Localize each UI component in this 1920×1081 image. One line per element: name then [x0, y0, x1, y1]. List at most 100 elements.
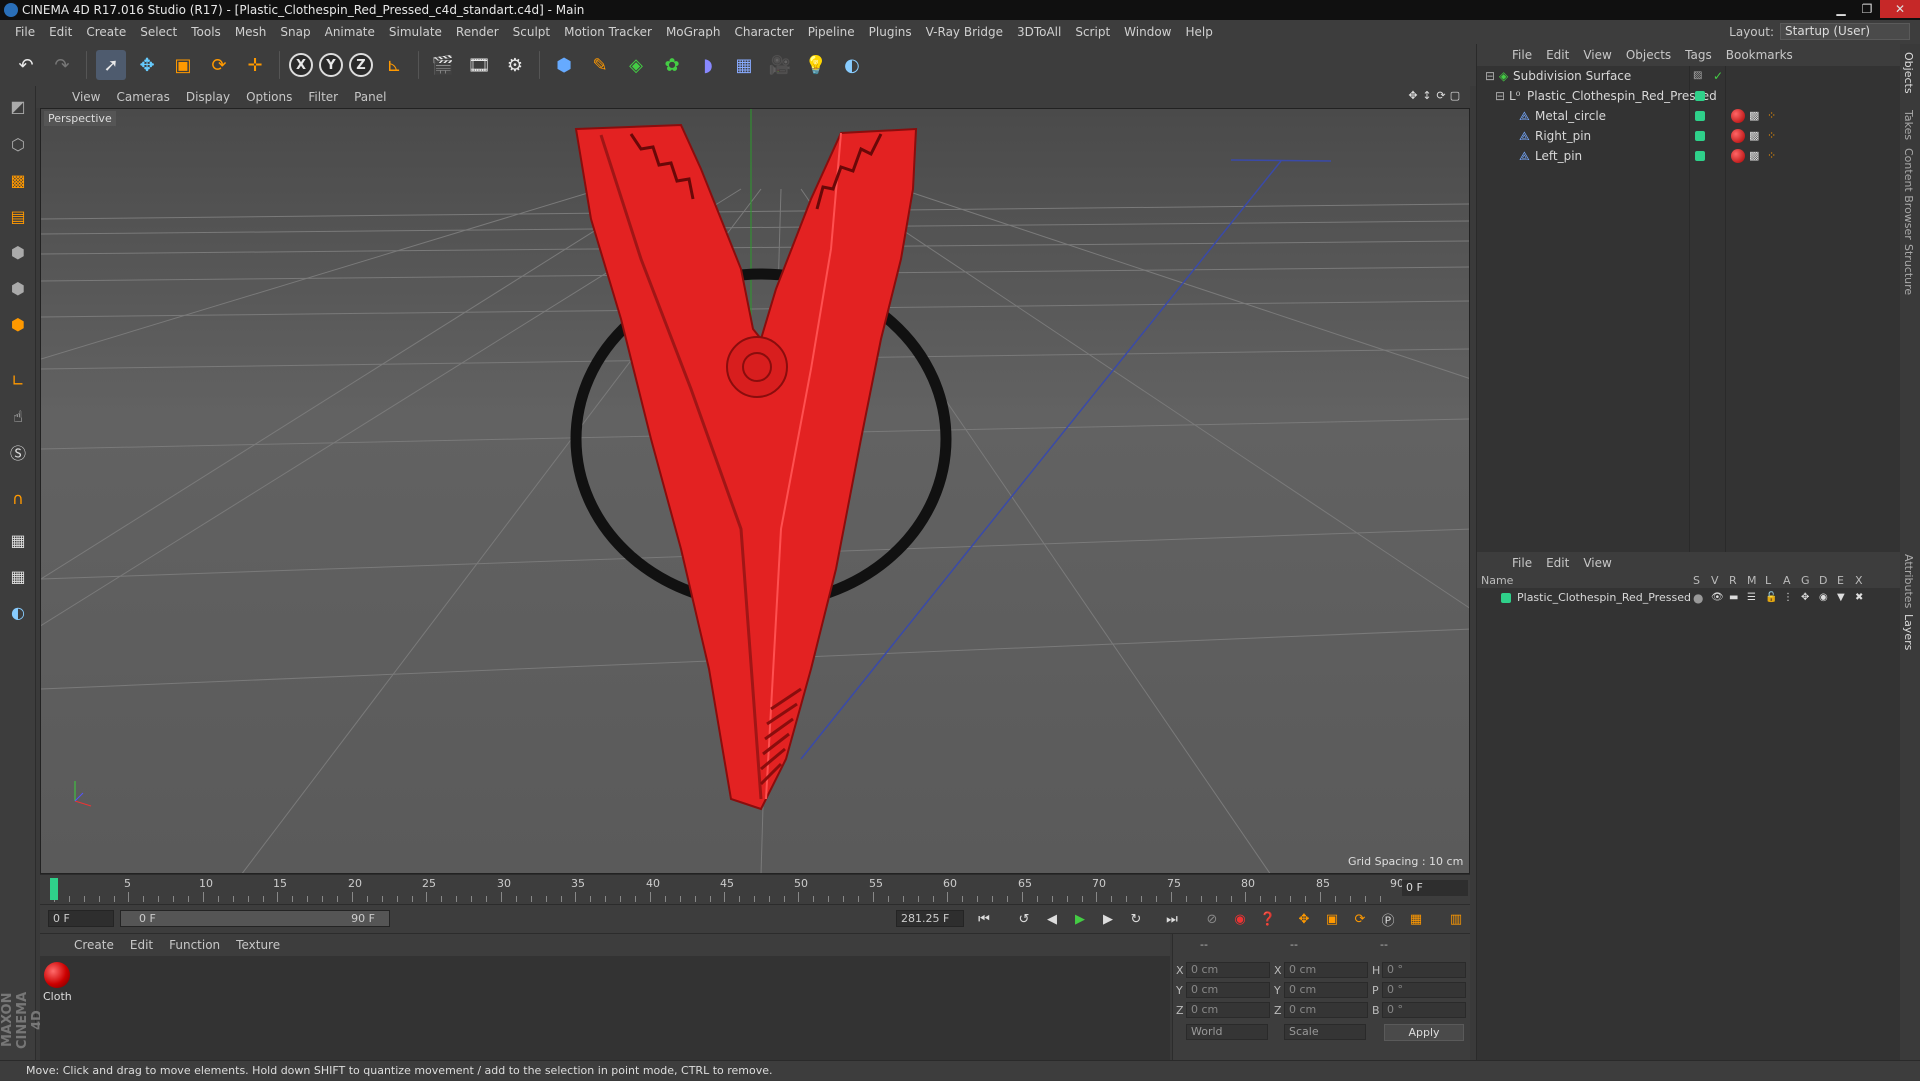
menu-tools[interactable]: Tools [184, 25, 228, 39]
python-script-icon[interactable]: ◐ [4, 598, 32, 626]
workplane-mode-icon[interactable]: ▤ [4, 202, 32, 230]
keyframe-selection-icon[interactable]: ❓ [1256, 908, 1280, 930]
layer-view-icon[interactable]: 👁 [1711, 588, 1724, 608]
rotation-b-field[interactable]: 0 ° [1382, 1002, 1466, 1018]
phong-tag-icon[interactable]: ⁘ [1767, 126, 1776, 146]
pan-view-icon[interactable]: ✥ [1406, 89, 1420, 102]
enabled-check-icon[interactable]: ✓ [1713, 66, 1723, 86]
tab-takes[interactable]: Takes [1902, 110, 1915, 140]
key-position-icon[interactable]: ✥ [1292, 908, 1316, 930]
auto-keying-icon[interactable]: ◉ [1228, 908, 1252, 930]
menu-simulate[interactable]: Simulate [382, 25, 449, 39]
material-menu-function[interactable]: Function [161, 938, 228, 952]
python-icon[interactable]: ◐ [837, 50, 867, 80]
menu-render[interactable]: Render [449, 25, 506, 39]
undo-icon[interactable]: ↶ [11, 50, 41, 80]
record-keys-icon[interactable]: ⊘ [1200, 908, 1224, 930]
menu-motion-tracker[interactable]: Motion Tracker [557, 25, 659, 39]
object-menu-edit[interactable]: Edit [1539, 48, 1576, 62]
viewport-menu-filter[interactable]: Filter [300, 90, 346, 104]
texture-tag-icon[interactable]: ▩ [1749, 146, 1759, 166]
menu-animate[interactable]: Animate [318, 25, 382, 39]
object-menu-tags[interactable]: Tags [1678, 48, 1719, 62]
key-scale-icon[interactable]: ▣ [1320, 908, 1344, 930]
edges-mode-icon[interactable]: ⬢ [4, 274, 32, 302]
collapse-icon[interactable]: ⊟ [1485, 66, 1495, 86]
menu-sculpt[interactable]: Sculpt [506, 25, 557, 39]
material-tag-icon[interactable] [1731, 129, 1745, 143]
layer-render-icon[interactable]: ▬ [1729, 588, 1738, 608]
texture-tag-icon[interactable]: ▩ [1749, 126, 1759, 146]
maximize-icon[interactable]: ❐ [1854, 0, 1880, 18]
points-mode-icon[interactable]: ⬢ [4, 238, 32, 266]
z-axis-lock-icon[interactable]: Z [349, 53, 373, 77]
size-y-field[interactable]: 0 cm [1284, 982, 1368, 998]
coordinate-system-icon[interactable]: ⊾ [379, 50, 409, 80]
layer-manager-icon[interactable]: ☰ [1747, 588, 1756, 608]
material-menu-create[interactable]: Create [66, 938, 122, 952]
menu-create[interactable]: Create [79, 25, 133, 39]
deformer-icon[interactable]: ◗ [693, 50, 723, 80]
key-rotation-icon[interactable]: ⟳ [1348, 908, 1372, 930]
layer-lock-icon[interactable]: 🔓 [1765, 588, 1777, 608]
layer-menu-view[interactable]: View [1576, 556, 1618, 570]
timeline-window-icon[interactable]: ▥ [1444, 908, 1468, 930]
menu-3dtoall[interactable]: 3DToAll [1010, 25, 1068, 39]
menu-script[interactable]: Script [1068, 25, 1117, 39]
subdivision-generator-icon[interactable]: ◈ [621, 50, 651, 80]
render-settings-icon[interactable]: ⚙ [500, 50, 530, 80]
menu-vray-bridge[interactable]: V-Ray Bridge [919, 25, 1010, 39]
menu-snap[interactable]: Snap [273, 25, 317, 39]
menu-select[interactable]: Select [133, 25, 184, 39]
menu-pipeline[interactable]: Pipeline [801, 25, 862, 39]
position-y-field[interactable]: 0 cm [1186, 982, 1270, 998]
close-icon[interactable]: ✕ [1880, 0, 1920, 18]
menu-window[interactable]: Window [1117, 25, 1178, 39]
object-menu-file[interactable]: File [1505, 48, 1539, 62]
layer-solo-icon[interactable]: ● [1693, 588, 1703, 608]
scale-icon[interactable]: ▣ [168, 50, 198, 80]
tweak-mode-icon[interactable]: ☝ [4, 402, 32, 430]
start-frame-field[interactable]: 0 F [48, 910, 114, 927]
menu-plugins[interactable]: Plugins [862, 25, 919, 39]
previous-key-icon[interactable]: ↺ [1012, 908, 1036, 930]
mograph-cloner-icon[interactable]: ✿ [657, 50, 687, 80]
orbit-view-icon[interactable]: ⟳ [1434, 89, 1448, 102]
material-swatch[interactable] [44, 962, 70, 988]
next-key-icon[interactable]: ↻ [1124, 908, 1148, 930]
key-pla-icon[interactable]: ▦ [1404, 908, 1428, 930]
play-icon[interactable]: ▶ [1068, 908, 1092, 930]
tab-structure[interactable]: Structure [1902, 244, 1915, 295]
tab-attributes[interactable]: Attributes [1902, 554, 1915, 608]
tab-content-browser[interactable]: Content Browser [1902, 148, 1915, 240]
layer-xref-icon[interactable]: ✖ [1855, 588, 1863, 608]
texture-mode-icon[interactable]: ▩ [4, 166, 32, 194]
viewport-menu-display[interactable]: Display [178, 90, 238, 104]
current-frame-field[interactable]: 0 F [1402, 880, 1468, 896]
coordinate-mode-dropdown[interactable]: Scale [1284, 1024, 1366, 1040]
menu-help[interactable]: Help [1178, 25, 1219, 39]
step-forward-icon[interactable]: ▶ [1096, 908, 1120, 930]
texture-tag-icon[interactable]: ▩ [1749, 106, 1759, 126]
y-axis-lock-icon[interactable]: Y [319, 53, 343, 77]
menu-mesh[interactable]: Mesh [228, 25, 274, 39]
coordinate-space-dropdown[interactable]: World [1186, 1024, 1268, 1040]
3d-viewport[interactable] [40, 108, 1470, 874]
material-tag-icon[interactable] [1731, 149, 1745, 163]
material-tag-icon[interactable] [1731, 109, 1745, 123]
object-menu-bookmarks[interactable]: Bookmarks [1719, 48, 1800, 62]
go-to-start-icon[interactable]: ⏮ [972, 908, 996, 930]
rotation-p-field[interactable]: 0 ° [1382, 982, 1466, 998]
key-parameter-icon[interactable]: Ⓟ [1376, 908, 1400, 930]
collapse-icon[interactable]: ⊟ [1495, 86, 1505, 106]
menu-character[interactable]: Character [727, 25, 800, 39]
phong-tag-icon[interactable]: ⁘ [1767, 106, 1776, 126]
viewport-menu-panel[interactable]: Panel [346, 90, 394, 104]
tab-layers[interactable]: Layers [1902, 614, 1915, 650]
menu-mograph[interactable]: MoGraph [659, 25, 728, 39]
light-icon[interactable]: 💡 [801, 50, 831, 80]
rotate-icon[interactable]: ⟳ [204, 50, 234, 80]
viewport-menu-view[interactable]: View [64, 90, 108, 104]
material-menu-texture[interactable]: Texture [228, 938, 288, 952]
snap-icon[interactable]: Ⓢ [4, 438, 32, 466]
